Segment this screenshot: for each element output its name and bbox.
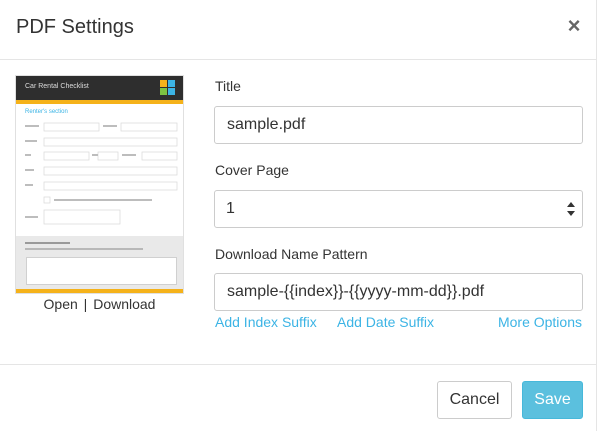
cover-page-select[interactable]: 1 xyxy=(214,190,583,228)
select-arrows-icon xyxy=(567,202,575,216)
download-name-pattern-label: Download Name Pattern xyxy=(215,246,368,262)
preview-links: Open | Download xyxy=(15,296,184,312)
preview-inspection-box xyxy=(26,257,177,285)
save-button[interactable]: Save xyxy=(522,381,583,419)
download-name-pattern-input[interactable] xyxy=(214,273,583,311)
preview-inspection-text xyxy=(25,242,143,250)
preview-bottom-stripe xyxy=(16,289,183,293)
title-input[interactable] xyxy=(214,106,583,144)
title-label: Title xyxy=(215,78,241,94)
download-link[interactable]: Download xyxy=(93,296,155,312)
dialog-header: PDF Settings × xyxy=(0,0,596,60)
link-separator: | xyxy=(83,296,88,312)
cancel-button[interactable]: Cancel xyxy=(437,381,512,419)
cover-page-label: Cover Page xyxy=(215,162,289,178)
cover-page-value: 1 xyxy=(226,200,235,217)
add-date-suffix-link[interactable]: Add Date Suffix xyxy=(337,314,434,330)
dialog-title: PDF Settings xyxy=(16,16,134,38)
close-button[interactable]: × xyxy=(566,15,582,37)
more-options-link[interactable]: More Options xyxy=(498,314,582,330)
pdf-settings-dialog: PDF Settings × Car Rental Checklist Rent… xyxy=(0,0,597,431)
preview-inspection-section xyxy=(16,236,183,291)
preview-form-lines xyxy=(25,122,178,225)
dialog-footer: Cancel Save xyxy=(0,364,596,432)
add-index-suffix-link[interactable]: Add Index Suffix xyxy=(215,314,317,330)
pdf-preview-thumbnail[interactable]: Car Rental Checklist Renter's section xyxy=(15,75,184,294)
open-link[interactable]: Open xyxy=(44,296,78,312)
